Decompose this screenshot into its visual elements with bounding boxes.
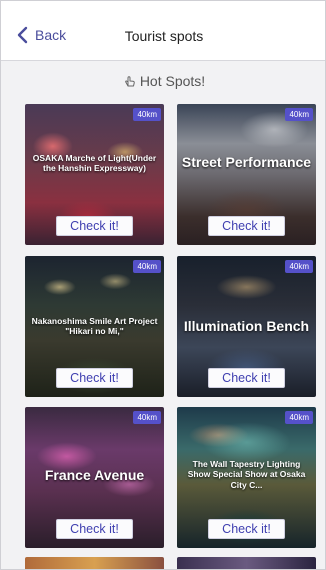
check-it-button[interactable]: Check it! (208, 368, 285, 388)
spot-title: Illumination Bench (183, 318, 310, 334)
spot-photo (25, 557, 164, 569)
spot-card[interactable]: 40km Nakanoshima Smile Art Project "Hika… (25, 256, 164, 397)
spot-photo (177, 557, 316, 569)
distance-badge: 40km (285, 260, 313, 273)
spot-card[interactable]: 40km France Avenue Check it! (25, 407, 164, 548)
navigation-bar: Back Tourist spots (1, 1, 325, 61)
spot-title: OSAKA Marche of Light(Under the Hanshin … (32, 153, 157, 174)
spot-card[interactable]: 40km Illumination Bench Check it! (177, 256, 316, 397)
spot-title: The Wall Tapestry Lighting Show Special … (187, 459, 306, 490)
distance-badge: 40km (133, 260, 161, 273)
distance-badge: 40km (285, 411, 313, 424)
spot-card[interactable]: 40km The Wall Tapestry Lighting Show Spe… (177, 407, 316, 548)
check-it-button[interactable]: Check it! (208, 216, 285, 236)
distance-badge: 40km (285, 108, 313, 121)
spot-title: Nakanoshima Smile Art Project "Hikari no… (31, 316, 158, 337)
spot-card[interactable]: 40km Street Performance Check it! (177, 104, 316, 245)
spot-title: France Avenue (44, 467, 145, 483)
page-title: Tourist spots (124, 28, 204, 44)
spot-card[interactable] (25, 557, 164, 569)
check-it-button[interactable]: Check it! (56, 216, 133, 236)
check-it-button[interactable]: Check it! (208, 519, 285, 539)
check-it-button[interactable]: Check it! (56, 368, 133, 388)
section-header-label: Hot Spots! (139, 72, 206, 89)
app-screen: Back Tourist spots Hot Spots! 40km OSAKA… (0, 0, 326, 570)
distance-badge: 40km (133, 108, 161, 121)
spot-card[interactable] (177, 557, 316, 569)
check-it-button[interactable]: Check it! (56, 519, 133, 539)
spot-card[interactable]: 40km OSAKA Marche of Light(Under the Han… (25, 104, 164, 245)
section-header: Hot Spots! (1, 62, 325, 99)
distance-badge: 40km (133, 411, 161, 424)
spot-title: Street Performance (181, 154, 312, 170)
pointing-hand-icon (125, 75, 135, 86)
